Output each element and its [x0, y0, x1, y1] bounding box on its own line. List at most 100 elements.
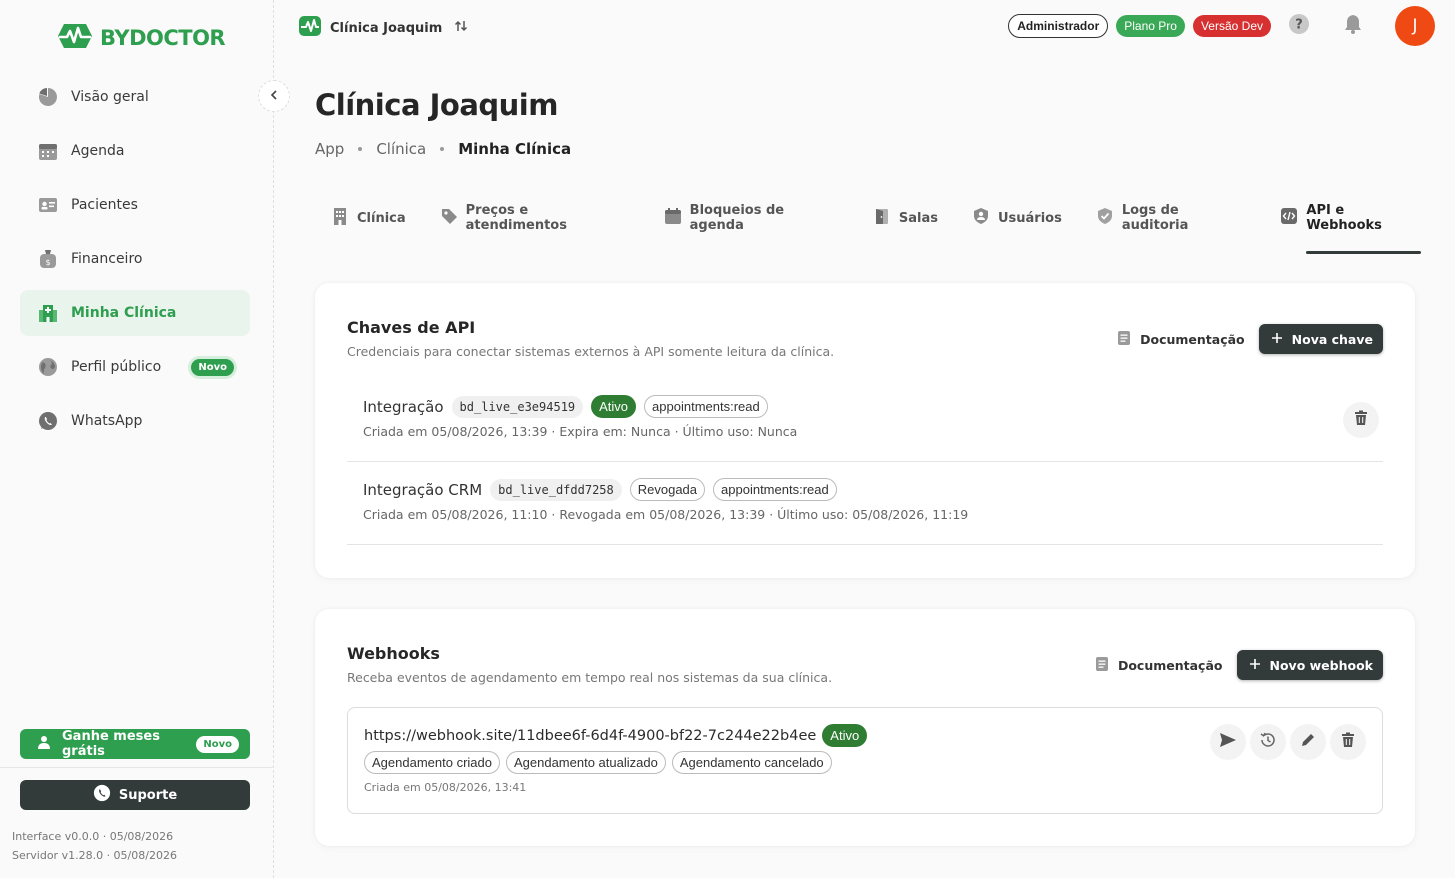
api-key-row: Integração bd_live_e3e94519 Ativo appoin… [347, 379, 1383, 462]
chevron-left-icon [269, 89, 279, 103]
breadcrumb-app[interactable]: App [315, 140, 344, 158]
doc-label: Documentação [1117, 657, 1223, 673]
svg-text:?: ? [1295, 18, 1303, 33]
delivery-history-button[interactable] [1250, 724, 1286, 760]
whatsapp-icon [93, 784, 111, 806]
event-badge: Agendamento criado [364, 751, 500, 774]
clinic-logo-icon [298, 15, 322, 41]
svg-text:$: $ [45, 258, 50, 267]
breadcrumb-separator [440, 147, 445, 151]
event-badge: Agendamento atualizado [505, 751, 666, 774]
sidebar-nav: Visão geral Agenda Pacientes $ Financeir… [20, 74, 250, 452]
tab-logs[interactable]: Logs de auditoria [1096, 203, 1247, 233]
sidebar-item-whatsapp[interactable]: WhatsApp [20, 398, 250, 444]
trash-icon [1354, 410, 1368, 430]
settings-tabs: Clínica Preços e atendimentos Bloqueios … [331, 198, 1455, 254]
tab-salas[interactable]: Salas [873, 204, 938, 232]
calendar-icon [37, 140, 59, 162]
globe-icon [37, 356, 59, 378]
support-button[interactable]: Suporte [20, 780, 250, 810]
breadcrumb-separator [358, 147, 363, 151]
webhooks-card: Webhooks Receba eventos de agendamento e… [315, 609, 1415, 846]
plus-icon [1249, 658, 1261, 673]
api-keys-actions: Documentação Nova chave [1117, 324, 1383, 354]
free-months-promo-button[interactable]: Ganhe meses grátis Novo [20, 729, 250, 759]
money-bag-icon: $ [37, 248, 59, 270]
webhook-item: https://webhook.site/11dbee6f-6d4f-4900-… [347, 707, 1383, 814]
webhooks-actions: Documentação Novo webhook [1095, 650, 1383, 680]
webhook-url-row: https://webhook.site/11dbee6f-6d4f-4900-… [364, 724, 868, 747]
tab-clinica[interactable]: Clínica [331, 204, 406, 232]
trash-icon [1341, 732, 1355, 752]
hospital-icon [37, 302, 59, 324]
sidebar-item-visao-geral[interactable]: Visão geral [20, 74, 250, 120]
sidebar-item-label: Visão geral [71, 89, 149, 105]
env-badge: Versão Dev [1192, 15, 1271, 37]
tab-label: API e Webhooks [1306, 203, 1382, 233]
doc-label: Documentação [1140, 331, 1245, 347]
event-badge: Agendamento cancelado [671, 751, 832, 774]
document-icon [1117, 330, 1131, 349]
role-badge: Administrador [1008, 14, 1109, 38]
tab-label: Preços e atendimentos [465, 203, 567, 233]
api-keys-card: Chaves de API Credenciais para conectar … [315, 283, 1415, 578]
sidebar-item-pacientes[interactable]: Pacientes [20, 182, 250, 228]
sidebar-item-financeiro[interactable]: $ Financeiro [20, 236, 250, 282]
tab-label: Salas [898, 210, 938, 226]
tab-precos[interactable]: Preços e atendimentos [440, 203, 630, 233]
brand-logo[interactable]: BYDOCTOR [56, 22, 226, 54]
sidebar-item-label: Financeiro [71, 251, 143, 267]
new-badge: Novo [195, 734, 240, 754]
tab-bloqueios[interactable]: Bloqueios de agenda [664, 203, 839, 233]
tab-api-webhooks[interactable]: API e Webhooks [1280, 203, 1421, 254]
sidebar-item-agenda[interactable]: Agenda [20, 128, 250, 174]
version-info: Interface v0.0.0 · 05/08/2026 Servidor v… [12, 827, 177, 865]
webhook-docs-link[interactable]: Documentação [1095, 656, 1223, 675]
plus-icon [1271, 332, 1283, 347]
user-avatar[interactable]: J [1395, 6, 1435, 46]
new-webhook-button[interactable]: Novo webhook [1236, 650, 1383, 680]
page-title: Clínica Joaquim [315, 88, 558, 122]
scope-badge: appointments:read [644, 395, 768, 418]
send-test-button[interactable] [1210, 724, 1246, 760]
breadcrumb-clinica[interactable]: Clínica [376, 140, 426, 158]
revoke-key-button[interactable] [1343, 402, 1379, 438]
breadcrumb: App Clínica Minha Clínica [315, 140, 571, 158]
plan-badge[interactable]: Plano Pro [1116, 15, 1185, 37]
status-badge: Ativo [591, 395, 637, 418]
api-key-prefix[interactable]: bd_live_e3e94519 [451, 395, 584, 418]
sidebar-item-label: WhatsApp [71, 413, 143, 429]
breadcrumb-current: Minha Clínica [458, 140, 572, 158]
sidebar: BYDOCTOR Visão geral Agenda Pacientes $ … [0, 0, 274, 878]
sidebar-item-perfil-publico[interactable]: Perfil público Novo [20, 344, 250, 390]
webhook-events: Agendamento criado Agendamento atualizad… [364, 751, 832, 774]
api-key-prefix[interactable]: bd_live_dfdd7258 [490, 478, 622, 501]
clinic-switcher[interactable]: Clínica Joaquim [298, 15, 468, 41]
notifications-button[interactable] [1333, 6, 1373, 46]
tab-label: Logs de auditoria [1121, 203, 1189, 233]
new-api-key-button[interactable]: Nova chave [1258, 324, 1383, 354]
sidebar-item-label: Perfil público [71, 359, 162, 375]
edit-webhook-button[interactable] [1290, 724, 1326, 760]
new-webhook-label: Novo webhook [1269, 657, 1374, 673]
sidebar-item-label: Agenda [71, 143, 125, 159]
swap-arrows-icon [454, 19, 468, 37]
webhook-url[interactable]: https://webhook.site/11dbee6f-6d4f-4900-… [364, 728, 816, 744]
calendar-block-icon [664, 207, 682, 229]
logo-text: BYDOCTOR [100, 26, 226, 50]
api-key-meta: Criada em 05/08/2026, 11:10 · Revogada e… [363, 507, 969, 522]
status-badge: Ativo [822, 724, 868, 747]
tab-label: Bloqueios de agenda [689, 203, 785, 233]
help-button[interactable]: ? [1279, 6, 1319, 46]
document-icon [1095, 656, 1109, 675]
api-docs-link[interactable]: Documentação [1117, 330, 1245, 349]
sidebar-item-minha-clinica[interactable]: Minha Clínica [20, 290, 250, 336]
api-keys-subtitle: Credenciais para conectar sistemas exter… [347, 344, 835, 359]
code-icon [1280, 207, 1298, 229]
api-key-name: Integração CRM [363, 480, 483, 499]
tab-label: Usuários [997, 210, 1062, 226]
collapse-sidebar-button[interactable] [258, 80, 290, 112]
delete-webhook-button[interactable] [1330, 724, 1366, 760]
send-icon [1219, 732, 1237, 752]
tab-usuarios[interactable]: Usuários [972, 204, 1062, 232]
